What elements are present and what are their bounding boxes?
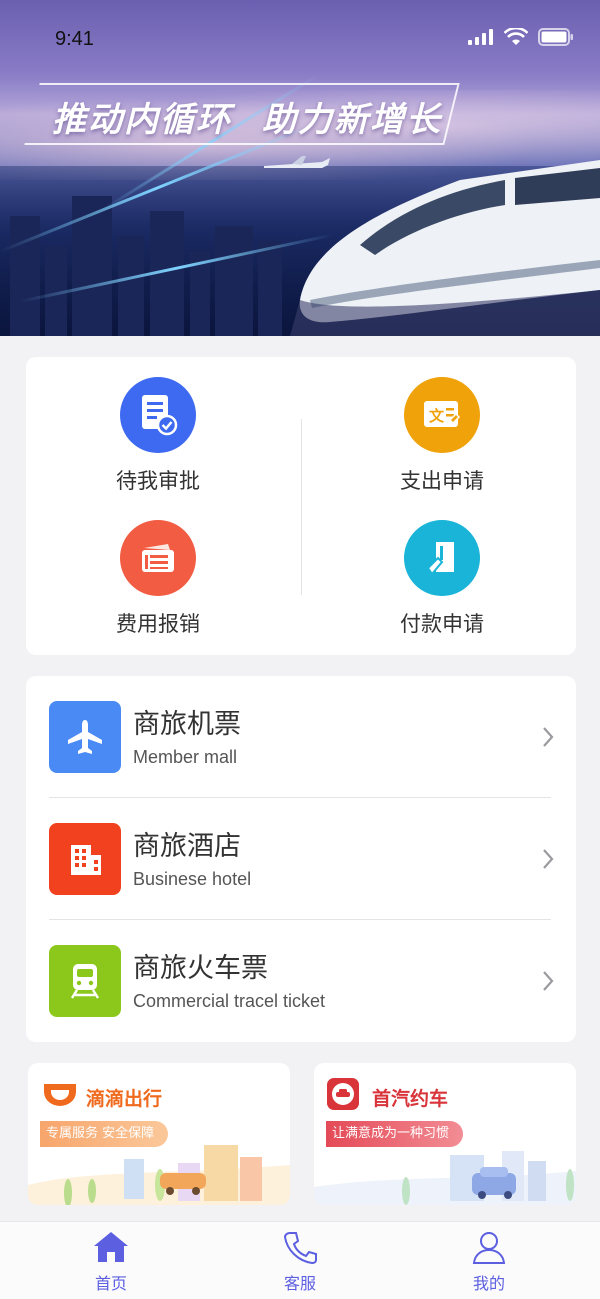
payment-doc-icon <box>404 520 480 596</box>
phone-icon <box>283 1232 317 1265</box>
quick-action-expense-request[interactable]: 文 支出申请 <box>342 377 542 495</box>
status-time: 9:41 <box>55 28 94 50</box>
wifi-icon <box>504 28 528 45</box>
bottom-tab-bar: 首页 客服 我的 <box>0 1221 600 1299</box>
quick-action-label: 费用报销 <box>116 612 200 636</box>
tab-profile[interactable]: 我的 <box>429 1230 549 1294</box>
travel-title: 商旅酒店 <box>133 831 241 862</box>
hero-banner[interactable]: 9:41 推动内循环 助力新增长 <box>0 0 600 336</box>
didi-logo-icon <box>44 1084 76 1106</box>
tab-home[interactable]: 首页 <box>51 1230 171 1294</box>
shouqi-logo-icon <box>327 1078 359 1110</box>
city-scene-illustration <box>28 1145 290 1205</box>
quick-action-reimbursement[interactable]: 费用报销 <box>58 520 258 638</box>
chevron-right-icon <box>543 971 554 991</box>
svg-text:文: 文 <box>429 407 445 425</box>
tab-label: 我的 <box>472 1274 505 1293</box>
train-illustration <box>290 160 600 336</box>
chevron-right-icon <box>543 849 554 869</box>
battery-icon <box>538 28 573 46</box>
quick-actions-divider <box>301 419 302 595</box>
train-icon <box>49 945 121 1017</box>
travel-row-train[interactable]: 商旅火车票 Commercial tracel ticket <box>26 920 576 1042</box>
quick-action-approval[interactable]: 待我审批 <box>58 377 258 495</box>
receipt-cards-icon <box>120 520 196 596</box>
slogan-part1: 推动内循环 <box>52 100 232 140</box>
banner-slogan: 推动内循环 助力新增长 <box>52 92 472 141</box>
user-icon <box>472 1232 506 1264</box>
travel-services-card: 商旅机票 Member mall 商旅酒店 Businese hotel 商旅火… <box>26 676 576 1042</box>
travel-row-flight[interactable]: 商旅机票 Member mall <box>26 676 576 798</box>
travel-subtitle: Businese hotel <box>133 869 252 889</box>
quick-action-payment-request[interactable]: 付款申请 <box>342 520 542 638</box>
travel-row-hotel[interactable]: 商旅酒店 Businese hotel <box>26 798 576 920</box>
airplane-icon <box>49 701 121 773</box>
tab-label: 客服 <box>283 1274 316 1293</box>
quick-action-label: 付款申请 <box>400 612 484 636</box>
slogan-part2: 助力新增长 <box>262 100 442 140</box>
hotel-icon <box>49 823 121 895</box>
text-edit-icon: 文 <box>404 377 480 453</box>
signal-icon <box>468 29 493 45</box>
partner-name: 首汽约车 <box>372 1088 449 1110</box>
tab-label: 首页 <box>94 1274 127 1293</box>
travel-title: 商旅火车票 <box>133 953 268 984</box>
partner-name: 滴滴出行 <box>86 1088 163 1110</box>
quick-action-label: 支出申请 <box>400 469 484 493</box>
status-bar: 9:41 <box>0 0 600 80</box>
partner-card-shouqi[interactable]: 首汽约车 让满意成为一种习惯 <box>314 1063 576 1205</box>
document-check-icon <box>120 377 196 453</box>
plane-illustration <box>264 156 330 168</box>
chevron-right-icon <box>543 727 554 747</box>
city-scene-illustration <box>314 1151 576 1205</box>
travel-subtitle: Member mall <box>133 747 238 767</box>
tab-customer-service[interactable]: 客服 <box>240 1230 360 1294</box>
travel-subtitle: Commercial tracel ticket <box>133 991 326 1011</box>
quick-action-label: 待我审批 <box>116 469 200 493</box>
travel-title: 商旅机票 <box>133 709 241 740</box>
quick-actions-card: 待我审批 文 支出申请 费用报销 付款申请 <box>26 357 576 655</box>
partner-card-didi[interactable]: 滴滴出行 专属服务 安全保障 <box>28 1063 290 1205</box>
home-icon <box>94 1232 128 1262</box>
